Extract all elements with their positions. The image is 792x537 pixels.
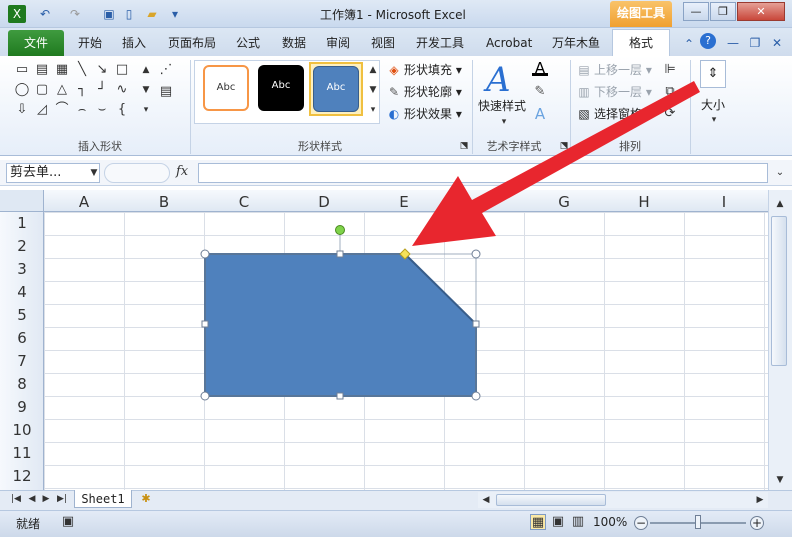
insert-sheet-icon[interactable]: ✱ <box>138 491 154 507</box>
sheet-tab[interactable]: Sheet1 <box>74 490 132 508</box>
snip-corner-rectangle-shape[interactable] <box>204 253 477 397</box>
first-sheet-icon[interactable]: |◀ <box>8 491 24 507</box>
scroll-down-icon[interactable]: ▼ <box>772 472 788 488</box>
normal-view-icon[interactable]: ▦ <box>530 514 546 530</box>
scroll-right-icon[interactable]: ▶ <box>752 492 768 508</box>
scroll-left-icon[interactable]: ◀ <box>478 492 494 508</box>
macro-record-icon[interactable]: ▣ <box>60 514 76 530</box>
scroll-up-icon[interactable]: ▲ <box>772 196 788 212</box>
page-break-view-icon[interactable]: ▥ <box>570 514 586 530</box>
rotation-handle[interactable] <box>335 225 345 235</box>
status-ready: 就绪 <box>16 517 41 531</box>
vertical-scroll-thumb[interactable] <box>771 216 787 366</box>
zoom-level[interactable]: 100% <box>593 515 627 529</box>
resize-handle-right[interactable] <box>472 320 480 328</box>
resize-handle-bottom[interactable] <box>336 392 344 400</box>
resize-handle-top[interactable] <box>336 250 344 258</box>
resize-handle-left[interactable] <box>201 320 209 328</box>
zoom-slider-thumb[interactable] <box>695 515 701 529</box>
zoom-in-icon[interactable]: + <box>750 516 764 530</box>
next-sheet-icon[interactable]: ▶ <box>38 491 54 507</box>
canvas-overlay <box>200 81 700 401</box>
last-sheet-icon[interactable]: ▶| <box>54 491 70 507</box>
resize-handle-bottom-left[interactable] <box>200 391 210 401</box>
horizontal-scroll-thumb[interactable] <box>496 494 606 506</box>
resize-handle-bottom-right[interactable] <box>471 391 481 401</box>
page-layout-view-icon[interactable]: ▣ <box>550 514 566 530</box>
zoom-out-icon[interactable]: − <box>634 516 648 530</box>
resize-handle-top-right[interactable] <box>471 249 481 259</box>
resize-handle-top-left[interactable] <box>200 249 210 259</box>
annotation-arrow <box>412 81 700 246</box>
